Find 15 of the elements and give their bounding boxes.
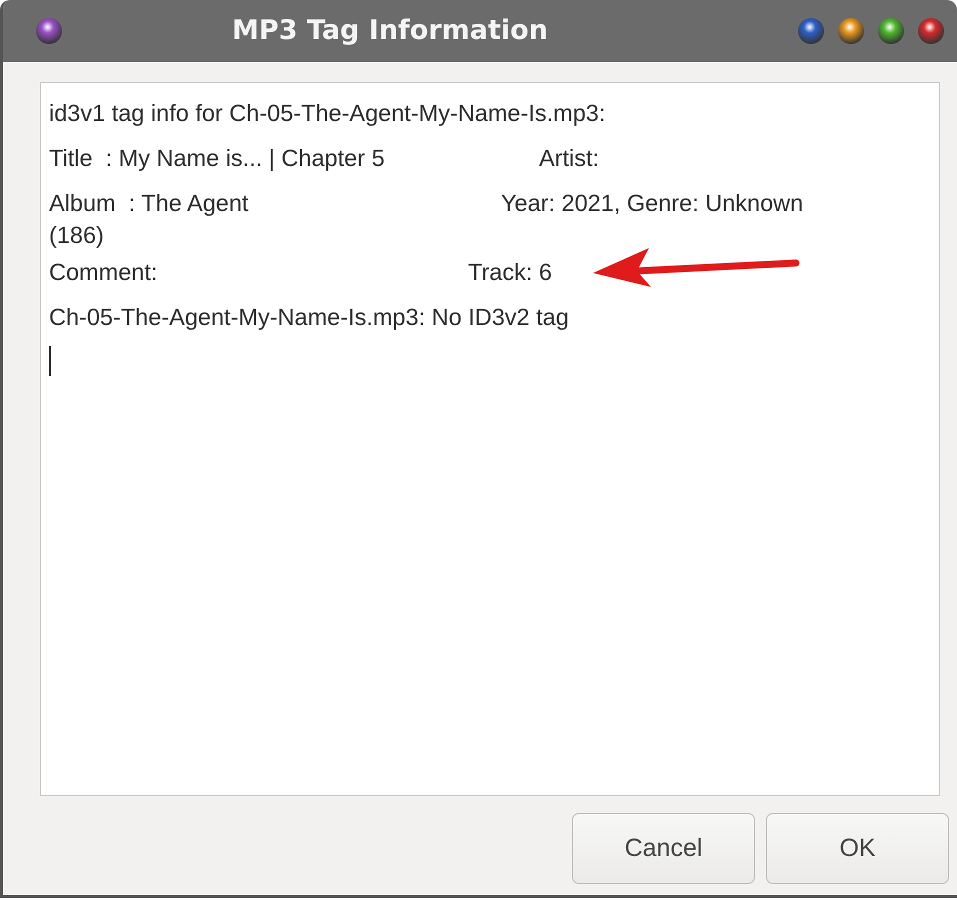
window-title: MP3 Tag Information [231, 14, 549, 48]
text-line: Ch-05-The-Agent-My-Name-Is.mp3: No ID3v2 tag [49, 302, 569, 332]
text-line: Track: 6 [468, 258, 552, 287]
cancel-button[interactable]: Cancel [572, 813, 755, 884]
text-line: (186) [49, 221, 104, 250]
text-cursor [49, 346, 51, 376]
text-line: id3v1 tag info for Ch-05-The-Agent-My-Name-Is.mp3: [49, 98, 606, 128]
text-line: Album : The Agent [49, 188, 250, 218]
text-line: Year: 2021, Genre: Unknown [501, 188, 804, 218]
ok-button[interactable]: OK [766, 813, 949, 884]
text-line: Comment: [49, 258, 158, 287]
close-button[interactable] [917, 17, 945, 45]
text-line: Artist: [539, 144, 600, 173]
text-line: Title : My Name is... | Chapter 5 [49, 144, 386, 173]
menu-icon[interactable] [35, 17, 63, 45]
